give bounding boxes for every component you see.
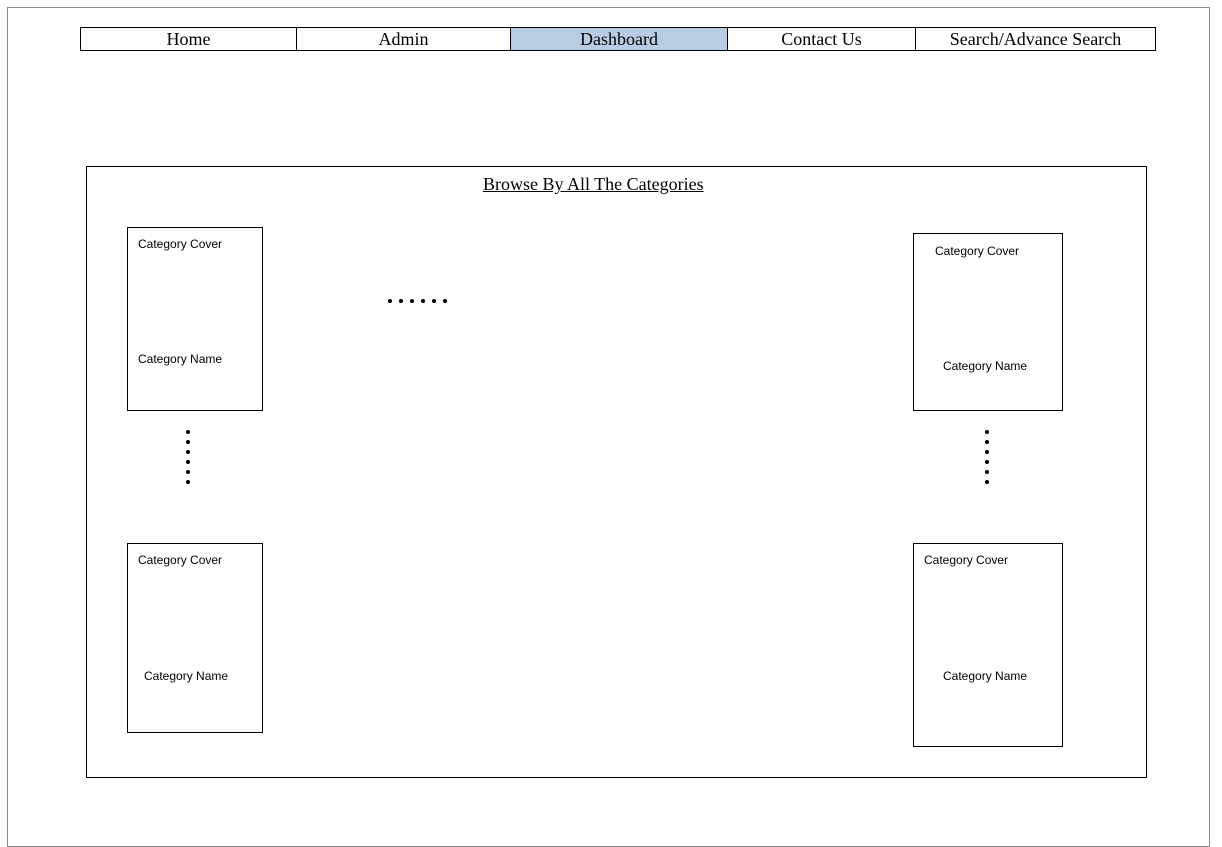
category-name-label: Category Name [144, 669, 229, 683]
more-categories-vertical-ellipsis [186, 430, 190, 484]
category-cover-label: Category Cover [935, 244, 1020, 258]
category-card[interactable]: Category Cover Category Name [127, 227, 263, 411]
nav-admin[interactable]: Admin [297, 28, 511, 50]
nav-home[interactable]: Home [81, 28, 297, 50]
nav-search[interactable]: Search/Advance Search [916, 28, 1155, 50]
category-cover-label: Category Cover [138, 237, 223, 251]
nav-contact-us[interactable]: Contact Us [728, 28, 916, 50]
nav-dashboard[interactable]: Dashboard [511, 28, 728, 50]
category-name-label: Category Name [138, 352, 223, 366]
category-name-label: Category Name [943, 359, 1028, 373]
category-card[interactable]: Category Cover Category Name [913, 233, 1063, 411]
category-cover-label: Category Cover [138, 553, 223, 567]
more-categories-horizontal-ellipsis [388, 299, 447, 303]
browse-categories-title[interactable]: Browse By All The Categories [483, 174, 704, 195]
category-cover-label: Category Cover [924, 553, 1009, 567]
category-name-label: Category Name [943, 669, 1028, 683]
category-card[interactable]: Category Cover Category Name [913, 543, 1063, 747]
top-navigation-bar: Home Admin Dashboard Contact Us Search/A… [80, 27, 1156, 51]
more-categories-vertical-ellipsis [985, 430, 989, 484]
category-card[interactable]: Category Cover Category Name [127, 543, 263, 733]
